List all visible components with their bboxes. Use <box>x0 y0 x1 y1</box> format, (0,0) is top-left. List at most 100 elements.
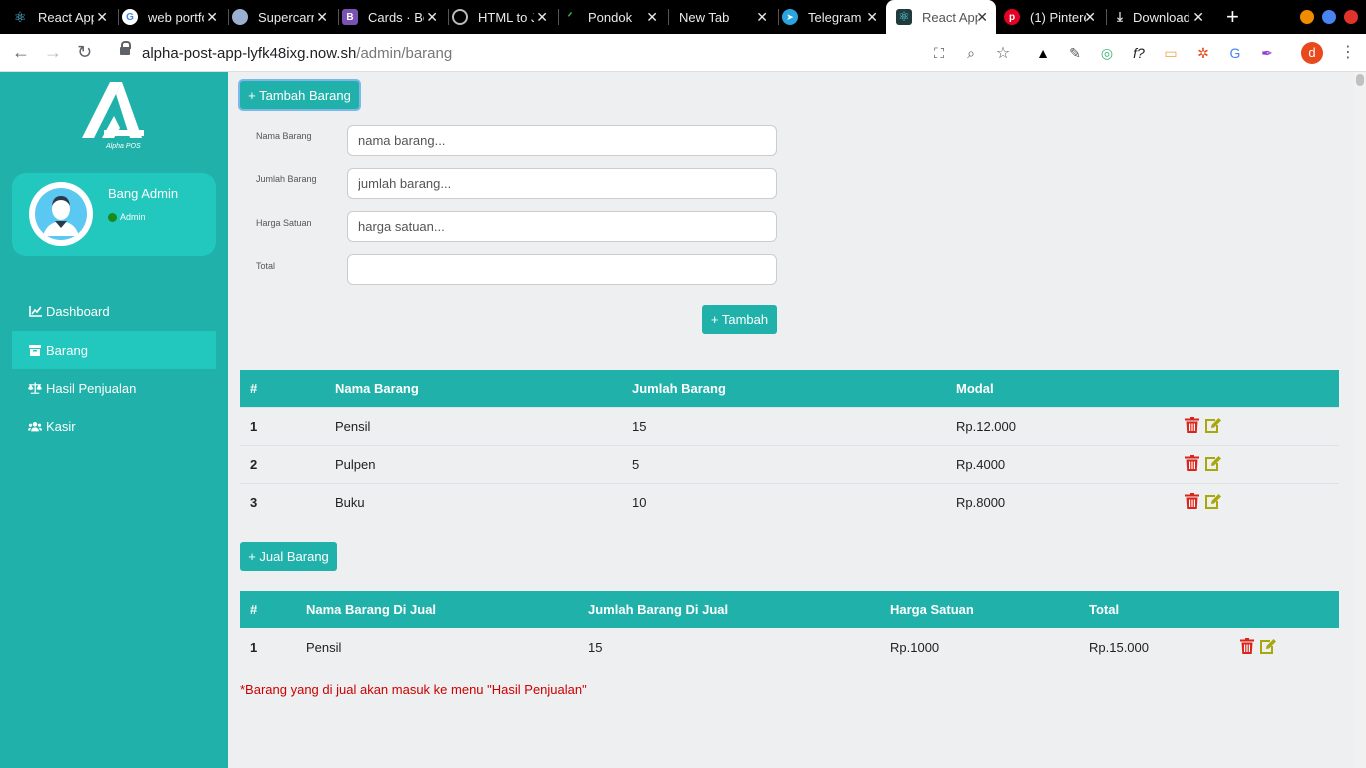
table-row: 3 Buku 10 Rp.8000 <box>240 482 1339 521</box>
close-icon[interactable]: ✕ <box>1192 9 1204 26</box>
jumlah-barang-label: Jumlah Barang <box>256 174 317 184</box>
column-header: Nama Barang <box>325 370 622 407</box>
browser-tab[interactable]: p (1) Pinterest ✕ <box>1004 0 1104 34</box>
browser-tab[interactable]: ➤ Telegram ✕ <box>782 0 886 34</box>
sidebar-item-dashboard[interactable]: Dashboard <box>12 292 216 330</box>
close-icon[interactable]: ✕ <box>866 9 878 26</box>
tab-title: React App <box>922 9 978 25</box>
close-icon[interactable]: ✕ <box>426 9 438 26</box>
close-icon[interactable]: ✕ <box>316 9 328 26</box>
table-header-row: # Nama Barang Di Jual Jumlah Barang Di J… <box>240 591 1339 628</box>
close-icon[interactable]: ✕ <box>206 9 218 26</box>
harga-satuan-input[interactable] <box>347 211 777 242</box>
close-icon[interactable]: ✕ <box>976 9 988 26</box>
barang-table: # Nama Barang Jumlah Barang Modal 1 Pens… <box>240 370 1339 521</box>
scrollbar[interactable] <box>1354 72 1366 768</box>
edit-icon[interactable] <box>1204 455 1222 473</box>
close-icon[interactable]: ✕ <box>756 9 768 26</box>
color-wheel-icon[interactable]: ◎ <box>1098 44 1116 62</box>
sidebar-item-barang[interactable]: Barang <box>12 331 216 369</box>
tab-title: Telegram <box>808 9 862 25</box>
tab-title: HTML to JSX <box>478 9 534 25</box>
puzzle-icon[interactable]: ✲ <box>1194 44 1212 62</box>
sidebar-item-label: Barang <box>46 342 88 358</box>
minimize-button[interactable] <box>1300 10 1314 24</box>
column-header: Harga Satuan <box>880 591 1079 628</box>
edit-icon[interactable] <box>1259 638 1277 656</box>
reload-icon[interactable]: ↻ <box>77 42 92 63</box>
balance-scale-icon <box>28 381 42 395</box>
close-icon[interactable]: ✕ <box>536 9 548 26</box>
google-translate-icon[interactable]: G <box>1226 44 1244 62</box>
browser-tab[interactable]: ⤓ Downloads ✕ <box>1112 0 1212 34</box>
new-tab-button[interactable]: + <box>1226 4 1239 30</box>
total-input[interactable] <box>347 254 777 285</box>
close-icon[interactable]: ✕ <box>96 9 108 26</box>
row-number: 2 <box>240 444 325 483</box>
tab-title: Pondok <box>588 9 633 25</box>
column-header: # <box>240 370 325 407</box>
forward-icon[interactable]: → <box>44 42 62 63</box>
tambah-barang-toggle-button[interactable]: + Tambah Barang <box>240 81 359 109</box>
nama-cell: Pensil <box>306 639 342 655</box>
harga-cell: Rp.1000 <box>890 639 940 655</box>
edit-icon[interactable] <box>1204 493 1222 511</box>
eyedropper-icon[interactable]: ✎ <box>1066 44 1084 62</box>
menu-dots-icon[interactable]: ⋮ <box>1340 42 1356 62</box>
trash-icon[interactable] <box>1185 493 1203 511</box>
browser-tab[interactable]: B Cards · Bootstrap ✕ <box>342 0 446 34</box>
actions-cell <box>1175 444 1339 483</box>
edit-icon[interactable] <box>1204 417 1222 435</box>
sidebar-item-kasir[interactable]: Kasir <box>12 407 216 445</box>
row-number: 3 <box>240 482 325 521</box>
trash-icon[interactable] <box>1185 455 1203 473</box>
browser-tab[interactable]: ⚛ React App ✕ <box>12 0 116 34</box>
tambah-submit-button[interactable]: + Tambah <box>702 305 777 334</box>
close-window-button[interactable] <box>1344 10 1358 24</box>
modal-cell: Rp.4000 <box>946 444 1175 483</box>
google-icon: G <box>122 9 138 25</box>
browser-tab[interactable]: New Tab ✕ <box>672 0 776 34</box>
browser-tab-active[interactable]: ⚛ React App ✕ <box>886 0 996 34</box>
jumlah-cell: 10 <box>622 482 946 521</box>
jual-table: # Nama Barang Di Jual Jumlah Barang Di J… <box>240 591 1339 666</box>
close-icon[interactable]: ✕ <box>646 9 658 26</box>
trash-icon[interactable] <box>1185 417 1203 435</box>
function-icon[interactable]: f? <box>1130 44 1148 62</box>
online-status-dot <box>108 212 117 222</box>
trash-icon[interactable] <box>1240 638 1258 656</box>
bookmark-star-icon[interactable]: ☆ <box>994 44 1012 62</box>
translate-icon[interactable]: ⛶ <box>930 44 948 62</box>
nama-barang-label: Nama Barang <box>256 131 312 141</box>
jumlah-barang-input[interactable] <box>347 168 777 199</box>
window-icon[interactable]: ▭ <box>1162 44 1180 62</box>
table-row: 1 Pensil 15 Rp.1000 Rp.15.000 <box>240 628 1339 666</box>
browser-tab[interactable]: G web portfolio ✕ <box>122 0 226 34</box>
row-number: 1 <box>240 406 325 445</box>
back-icon[interactable]: ← <box>12 42 30 63</box>
vercel-icon[interactable]: ▲ <box>1034 44 1052 62</box>
tab-title: Cards · Bootstrap <box>368 9 424 25</box>
profile-avatar[interactable]: d <box>1301 42 1323 64</box>
alpha-pos-logo: Alpha POS <box>80 80 150 152</box>
column-header <box>1230 591 1339 628</box>
maximize-button[interactable] <box>1322 10 1336 24</box>
browser-tab[interactable]: Supercarros ✕ <box>232 0 336 34</box>
column-header <box>1175 370 1339 407</box>
avatar <box>29 182 93 246</box>
sidebar: Alpha POS Bang Admin Admin Dashboard Bar… <box>0 72 228 768</box>
feather-icon[interactable]: ✒ <box>1258 44 1276 62</box>
modal-cell: Rp.12.000 <box>946 406 1175 445</box>
close-icon[interactable]: ✕ <box>1084 9 1096 26</box>
nama-cell: Pensil <box>325 406 622 445</box>
sidebar-item-hasil-penjualan[interactable]: Hasil Penjualan <box>12 369 216 407</box>
telegram-icon: ➤ <box>782 9 798 25</box>
scrollbar-thumb[interactable] <box>1356 74 1364 86</box>
browser-tab[interactable]: HTML to JSX ✕ <box>452 0 556 34</box>
browser-tab[interactable]: ᐟ Pondok ✕ <box>562 0 666 34</box>
zoom-icon[interactable]: ⌕ <box>962 44 980 62</box>
nama-barang-input[interactable] <box>347 125 777 156</box>
users-icon <box>28 419 42 433</box>
jual-barang-button[interactable]: + Jual Barang <box>240 542 337 571</box>
url-bar[interactable]: alpha-post-app-lyfk48ixg.now.sh/admin/ba… <box>108 38 1020 68</box>
